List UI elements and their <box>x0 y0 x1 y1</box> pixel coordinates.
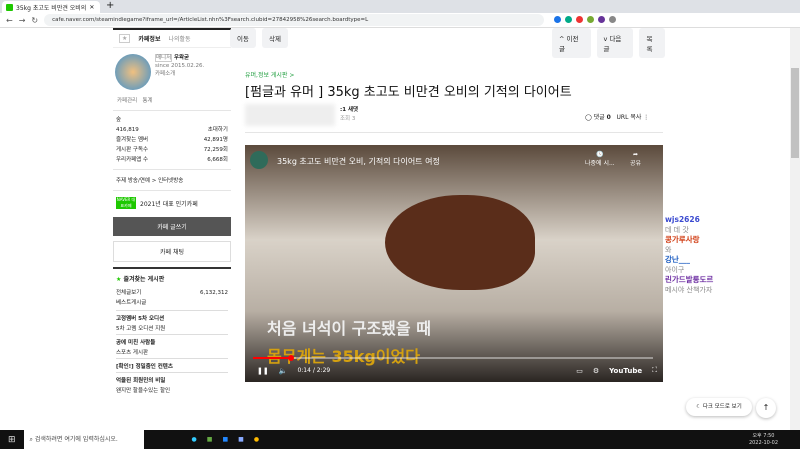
chat-message: 린가드발롱도르 메시야 산책가자 <box>665 275 790 295</box>
taskbar-search[interactable]: ⌕ 검색하려면 여기에 입력하십시오. <box>23 430 144 449</box>
chat-message: wjs2626 데 데 갓 <box>665 215 790 235</box>
reload-icon[interactable]: ↻ <box>31 16 38 25</box>
video-title[interactable]: 35kg 초고도 비만견 오비, 기적의 다이어트 여정 <box>277 156 440 167</box>
youtube-logo[interactable]: YouTube <box>609 367 642 375</box>
board-header[interactable]: [확인!] 정밀줌인 컨텐츠 <box>116 358 228 372</box>
chat-text: 메시야 산책가자 <box>665 286 713 294</box>
video-frame-dog <box>385 195 535 290</box>
pause-icon[interactable]: ❚❚ <box>257 367 269 375</box>
app-icon[interactable]: ■ <box>222 436 228 443</box>
star-icon[interactable]: ★ <box>119 34 131 43</box>
chat-username[interactable]: wjs2626 <box>665 215 790 225</box>
windows-taskbar: ⊞ ⌕ 검색하려면 여기에 입력하십시오. ● ■ ■ ■ ● 오후 7:50 2022-… <box>0 430 800 449</box>
chat-overlay: wjs2626 데 데 갓 콩가루사랑 와 강난___ 아이구 린가드발롱도르 메시야 산책가… <box>665 215 790 295</box>
chat-username[interactable]: 강난___ <box>665 255 790 265</box>
chrome-icon[interactable]: ● <box>254 436 259 443</box>
progress-fill <box>253 355 294 361</box>
cafe-level: 숲 <box>116 117 122 123</box>
edge-icon[interactable]: ● <box>192 436 197 443</box>
scroll-top-button[interactable]: ↑ <box>756 398 776 418</box>
extension-icons[interactable] <box>550 15 617 25</box>
watch-later-button[interactable]: 🕓 나중에 시... <box>585 151 615 167</box>
board-header[interactable]: 억울된 회원민의 비밀 <box>116 372 228 386</box>
board-item[interactable]: 전체글보기 6,132,312 <box>116 288 228 298</box>
comment-button[interactable]: ◯ 댓글 0 <box>585 114 611 121</box>
board-item[interactable]: 5차 고멤 오디션 지원 <box>116 324 228 334</box>
board-item[interactable]: 베스트게시글 <box>116 298 228 308</box>
url-copy-button[interactable]: URL 복사 <box>617 114 642 121</box>
chat-text: 아이구 <box>665 266 685 274</box>
article-main: 이동 삭제 ^ 이전글 v 다음글 목록 유머,정보 게시판 > [펌글과 유머 ] … <box>230 28 665 430</box>
chat-message: 강난___ 아이구 <box>665 255 790 275</box>
close-tab-icon[interactable]: ✕ <box>89 4 94 11</box>
board-item[interactable]: 스포츠 게시판 <box>116 348 228 358</box>
settings-icon[interactable]: ⚙ <box>593 367 599 375</box>
page-scrollbar[interactable] <box>790 28 800 430</box>
delete-button[interactable]: 삭제 <box>261 28 288 48</box>
chat-username[interactable]: 린가드발롱도르 <box>665 275 790 285</box>
volume-icon[interactable]: 🔈 <box>279 367 288 375</box>
author-info[interactable] <box>245 104 335 126</box>
board-link[interactable]: 유머,정보 게시판 > <box>245 70 294 79</box>
cafe-avatar <box>115 54 151 90</box>
chat-text: 데 데 갓 <box>665 226 689 234</box>
url-input[interactable]: cafe.naver.com/steamindiegame?iframe_url… <box>44 14 545 26</box>
fullscreen-icon[interactable]: ⛶ <box>652 366 657 375</box>
tab-my-activity[interactable]: 나의활동 <box>168 34 190 43</box>
back-icon[interactable]: ← <box>6 16 13 25</box>
minecraft-icon[interactable]: ■ <box>207 436 213 443</box>
dark-mode-button[interactable]: ☾ 다크 모드로 보기 <box>686 398 752 416</box>
channel-avatar[interactable] <box>250 151 268 169</box>
browser-tab-bar: 35kg 초고도 비만견 오비의 ✕ + <box>0 0 800 13</box>
windows-start-icon[interactable]: ⊞ <box>0 435 24 445</box>
address-bar-row: ← → ↻ cafe.naver.com/steamindiegame?iframe… <box>0 13 800 28</box>
captions-icon[interactable]: ▭ <box>576 367 583 375</box>
board-item[interactable]: 왠지만 할을수있는 할인 <box>116 386 228 396</box>
board-header[interactable]: 공에 미친 사람들 <box>116 334 228 348</box>
board-header[interactable]: 고정멤버 5차 오디션 <box>116 310 228 324</box>
list-button[interactable]: 목록 <box>639 28 665 58</box>
naver-badge: NAVER 대표카페 <box>116 197 136 209</box>
chat-text: 와 <box>665 246 672 254</box>
write-button[interactable]: 카페 글쓰기 <box>113 217 231 236</box>
forward-icon[interactable]: → <box>19 16 26 25</box>
move-button[interactable]: 이동 <box>230 28 256 48</box>
chat-button[interactable]: 카페 채팅 <box>113 241 231 262</box>
scrubber-handle[interactable] <box>287 355 294 361</box>
youtube-player[interactable]: 35kg 초고도 비만견 오비, 기적의 다이어트 여정 🕓 나중에 시... ➦… <box>245 145 663 382</box>
tab-cafe-info[interactable]: 카페정보 <box>138 34 160 43</box>
progress-bar[interactable] <box>253 355 653 361</box>
next-post-button[interactable]: v 다음글 <box>596 28 634 58</box>
naver-cafe-favicon <box>6 3 13 11</box>
share-button[interactable]: ➦ 공유 <box>630 151 641 167</box>
app-icon-2[interactable]: ■ <box>238 436 244 443</box>
prev-post-button[interactable]: ^ 이전글 <box>552 28 591 58</box>
chat-username[interactable]: 콩가루사랑 <box>665 235 790 245</box>
cafe-sidebar: ★ 카페정보 나의활동 매니저 우왁굳 since 2015.02.26. 카페소개… <box>113 28 231 430</box>
browser-tab[interactable]: 35kg 초고도 비만견 오비의 ✕ <box>2 1 100 13</box>
article-title: [펌글과 유머 ] 35kg 초고도 비만견 오비의 기적의 다이어트 <box>245 85 572 100</box>
new-tab-button[interactable]: + <box>106 0 114 11</box>
chat-message: 콩가루사랑 와 <box>665 235 790 255</box>
